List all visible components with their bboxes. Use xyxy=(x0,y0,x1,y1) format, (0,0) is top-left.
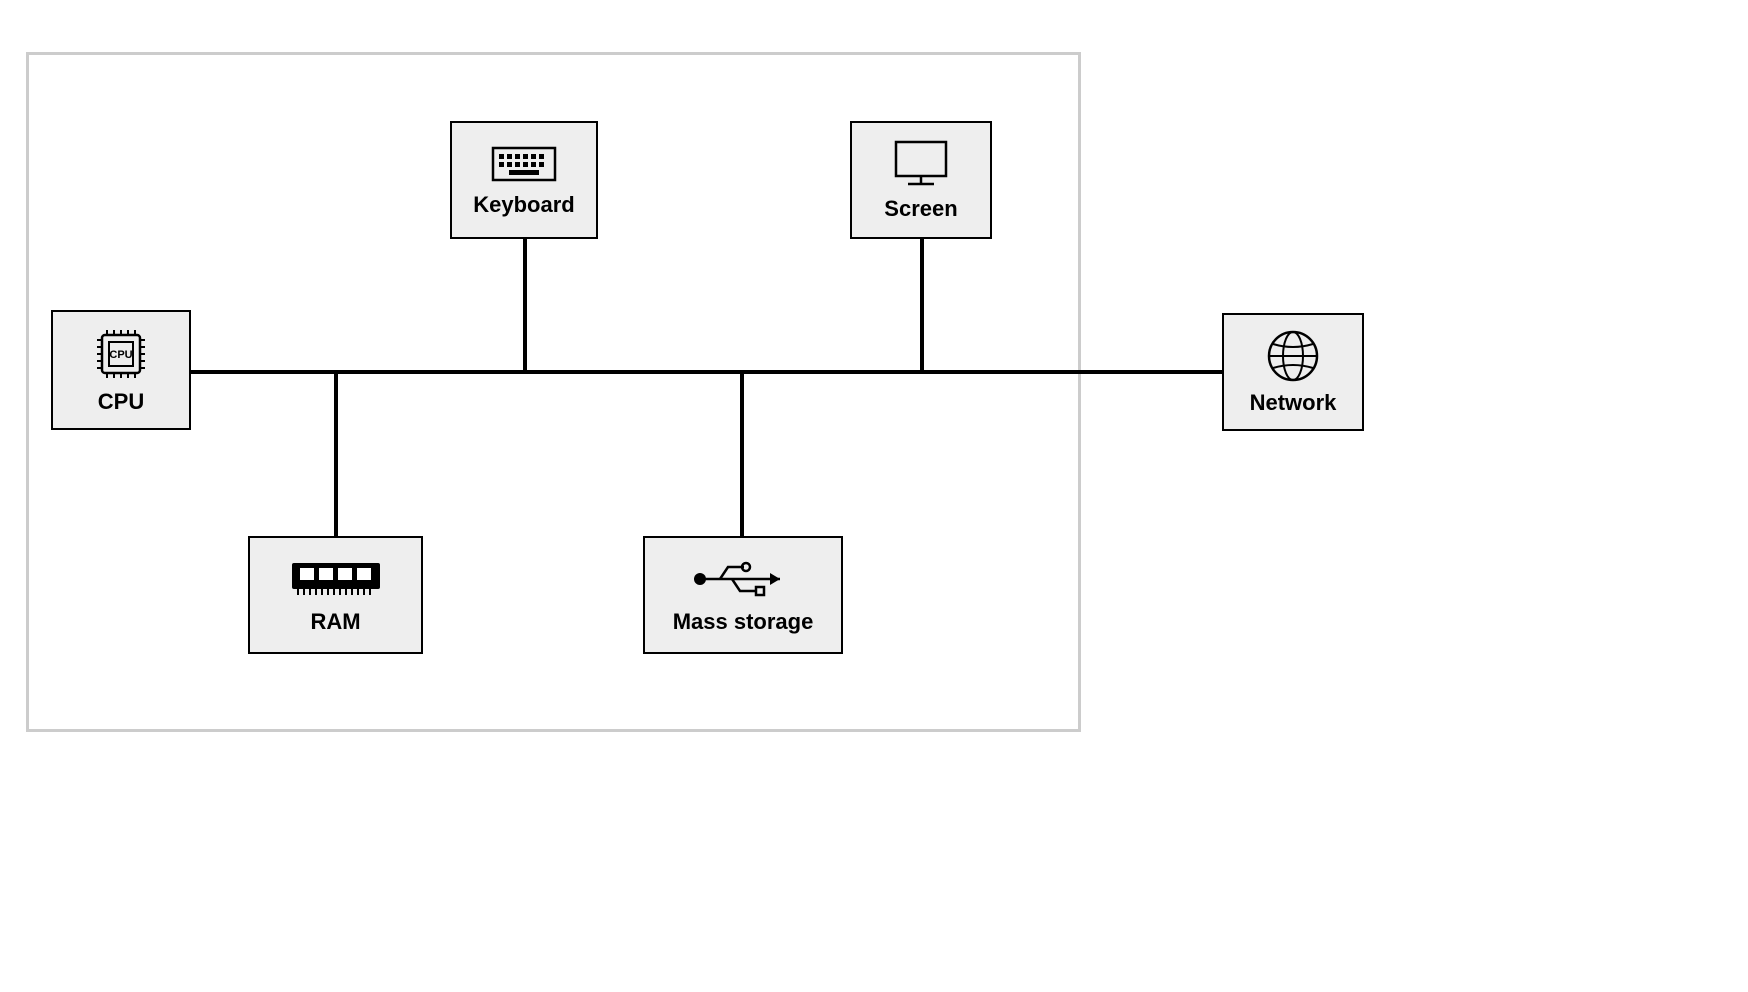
component-network: Network xyxy=(1222,313,1364,431)
component-screen: Screen xyxy=(850,121,992,239)
svg-text:CPU: CPU xyxy=(109,349,132,361)
bus-line-ram xyxy=(334,372,338,538)
bus-line-screen xyxy=(920,239,924,372)
bus-line-main xyxy=(191,370,1222,374)
cpu-icon: CPU xyxy=(92,325,150,383)
ram-icon xyxy=(286,555,386,603)
cpu-label: CPU xyxy=(98,389,144,415)
keyboard-icon xyxy=(489,142,559,186)
keyboard-label: Keyboard xyxy=(473,192,574,218)
screen-label: Screen xyxy=(884,196,957,222)
component-storage: Mass storage xyxy=(643,536,843,654)
component-ram: RAM xyxy=(248,536,423,654)
ram-label: RAM xyxy=(310,609,360,635)
bus-line-keyboard xyxy=(523,239,527,372)
screen-icon xyxy=(890,138,952,190)
network-label: Network xyxy=(1250,390,1337,416)
storage-label: Mass storage xyxy=(673,609,814,635)
usb-icon xyxy=(688,555,798,603)
component-cpu: CPU CPU xyxy=(51,310,191,430)
bus-line-storage xyxy=(740,372,744,538)
component-keyboard: Keyboard xyxy=(450,121,598,239)
network-icon xyxy=(1265,328,1321,384)
